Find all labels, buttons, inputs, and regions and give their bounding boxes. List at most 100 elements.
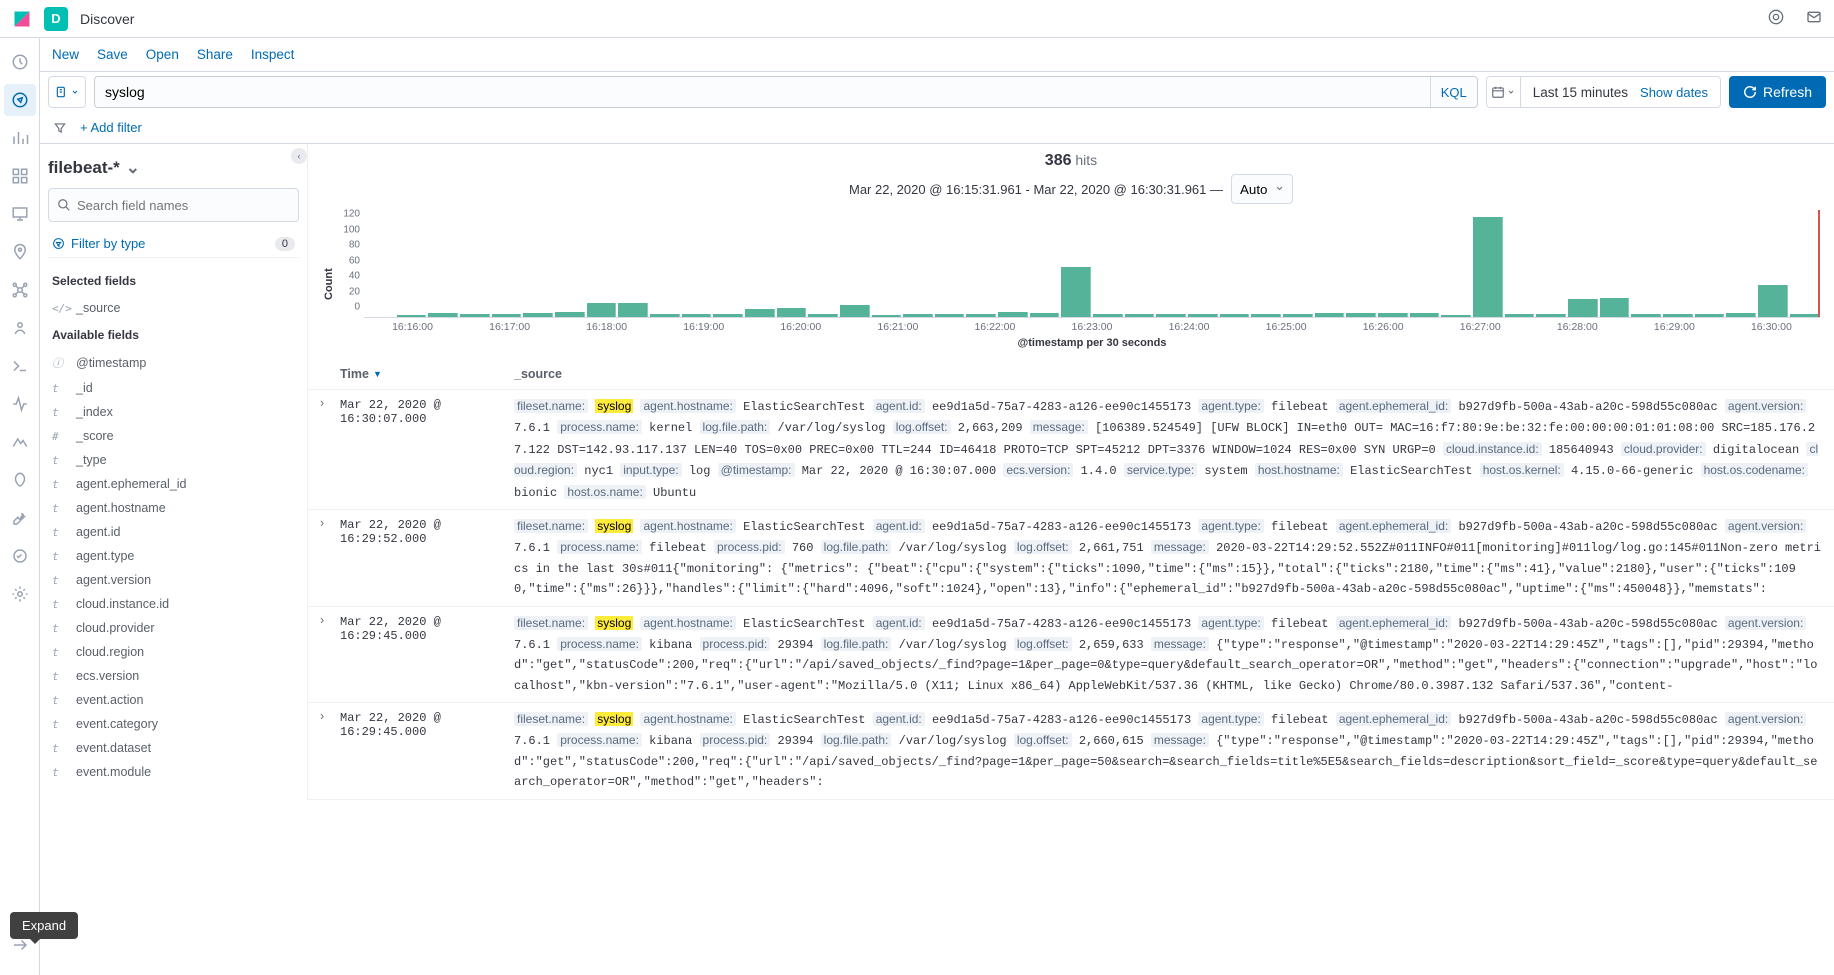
histogram-bar[interactable] [1695,314,1725,317]
histogram-bar[interactable] [618,303,648,317]
histogram-bar[interactable] [1093,314,1123,317]
field-item[interactable]: tecs.version [48,664,299,688]
histogram-bar[interactable] [872,315,902,317]
kibana-logo-icon[interactable] [12,9,32,29]
histogram-bar[interactable] [1251,314,1281,317]
space-badge[interactable]: D [44,7,68,31]
field-item[interactable]: tevent.dataset [48,736,299,760]
field-item[interactable]: t_index [48,400,299,424]
nav-inspect[interactable]: Inspect [251,47,295,62]
expand-row-icon[interactable]: › [320,516,340,530]
add-filter-button[interactable]: + Add filter [80,120,142,135]
kql-toggle[interactable]: KQL [1430,77,1477,107]
nav-devtools-icon[interactable] [4,502,36,534]
field-item[interactable]: tagent.version [48,568,299,592]
nav-ml-icon[interactable] [4,274,36,306]
histogram-bar[interactable] [682,314,712,317]
time-range-text[interactable]: Last 15 minutes [1521,85,1640,100]
field-item[interactable]: </>_source [48,296,299,320]
histogram-bar[interactable] [1315,313,1345,317]
nav-recent-icon[interactable] [4,46,36,78]
col-time-header[interactable]: Time ▼ [340,367,514,381]
histogram-bar[interactable] [1410,313,1440,317]
histogram-bar[interactable] [935,314,965,317]
saved-queries-button[interactable] [48,76,86,108]
field-item[interactable]: tagent.id [48,520,299,544]
histogram-bar[interactable] [1378,313,1408,317]
collapse-sidebar-icon[interactable]: ‹ [291,148,307,164]
histogram-bar[interactable] [966,314,996,317]
histogram-bar[interactable] [808,314,838,317]
histogram-bar[interactable] [1220,314,1250,317]
expand-row-icon[interactable]: › [320,613,340,627]
histogram-bar[interactable] [555,312,585,317]
field-item[interactable]: tcloud.region [48,640,299,664]
histogram-bar[interactable] [1473,217,1503,317]
histogram-bar[interactable] [650,314,680,317]
refresh-button[interactable]: Refresh [1729,76,1826,108]
field-item[interactable]: tagent.hostname [48,496,299,520]
nav-management-icon[interactable] [4,578,36,610]
filter-by-type[interactable]: Filter by type 0 [48,230,299,258]
nav-new[interactable]: New [52,47,79,62]
field-item[interactable]: tcloud.provider [48,616,299,640]
histogram-bar[interactable] [1505,314,1535,317]
histogram-bar[interactable] [428,313,458,317]
histogram-bar[interactable] [1030,313,1060,317]
histogram-bar[interactable] [397,315,427,317]
nav-open[interactable]: Open [146,47,179,62]
nav-dashboard-icon[interactable] [4,160,36,192]
col-source-header[interactable]: _source [514,367,1822,381]
histogram-bar[interactable] [1790,314,1820,317]
field-item[interactable]: t_id [48,376,299,400]
query-input[interactable] [95,84,1430,100]
histogram-bar[interactable] [1536,314,1566,317]
histogram-bar[interactable] [492,314,522,317]
histogram-bar[interactable] [587,303,617,317]
nav-siem-icon[interactable] [4,464,36,496]
histogram-bar[interactable] [1125,314,1155,317]
histogram-bar[interactable] [777,308,807,317]
histogram-bar[interactable] [1600,298,1630,317]
field-item[interactable]: ⓘ@timestamp [48,350,299,376]
histogram-bar[interactable] [1346,313,1376,317]
histogram-bar[interactable] [903,314,933,317]
field-item[interactable]: tevent.category [48,712,299,736]
calendar-button[interactable] [1487,77,1521,107]
histogram-bar[interactable] [1156,314,1186,317]
histogram-bar[interactable] [1726,313,1756,317]
field-item[interactable]: tevent.module [48,760,299,784]
newsfeed-icon[interactable] [1768,9,1784,28]
nav-monitoring-icon[interactable] [4,540,36,572]
interval-select[interactable]: Auto [1231,174,1293,204]
nav-logs-icon[interactable] [4,350,36,382]
histogram-bar[interactable] [1568,299,1598,317]
nav-canvas-icon[interactable] [4,198,36,230]
field-item[interactable]: tagent.ephemeral_id [48,472,299,496]
expand-row-icon[interactable]: › [320,396,340,410]
nav-share[interactable]: Share [197,47,233,62]
nav-apm-icon[interactable] [4,388,36,420]
histogram-bar[interactable] [523,313,553,317]
nav-uptime-icon[interactable] [4,426,36,458]
histogram-bar[interactable] [713,314,743,317]
nav-maps-icon[interactable] [4,236,36,268]
histogram-bar[interactable] [840,305,870,317]
field-item[interactable]: tagent.type [48,544,299,568]
filter-options-icon[interactable] [48,116,72,140]
index-pattern-selector[interactable]: filebeat-* ⌄ [48,154,299,188]
field-item[interactable]: t_type [48,448,299,472]
nav-discover-icon[interactable] [4,84,36,116]
nav-visualize-icon[interactable] [4,122,36,154]
histogram-bar[interactable] [1188,314,1218,317]
histogram-bar[interactable] [745,309,775,317]
nav-metrics-icon[interactable] [4,312,36,344]
histogram-bar[interactable] [1061,267,1091,317]
show-dates-link[interactable]: Show dates [1640,85,1720,100]
histogram-bar[interactable] [460,314,490,317]
field-item[interactable]: #_score [48,424,299,448]
mail-icon[interactable] [1806,9,1822,28]
expand-row-icon[interactable]: › [320,709,340,723]
field-item[interactable]: tcloud.instance.id [48,592,299,616]
histogram-bar[interactable] [1663,314,1693,317]
